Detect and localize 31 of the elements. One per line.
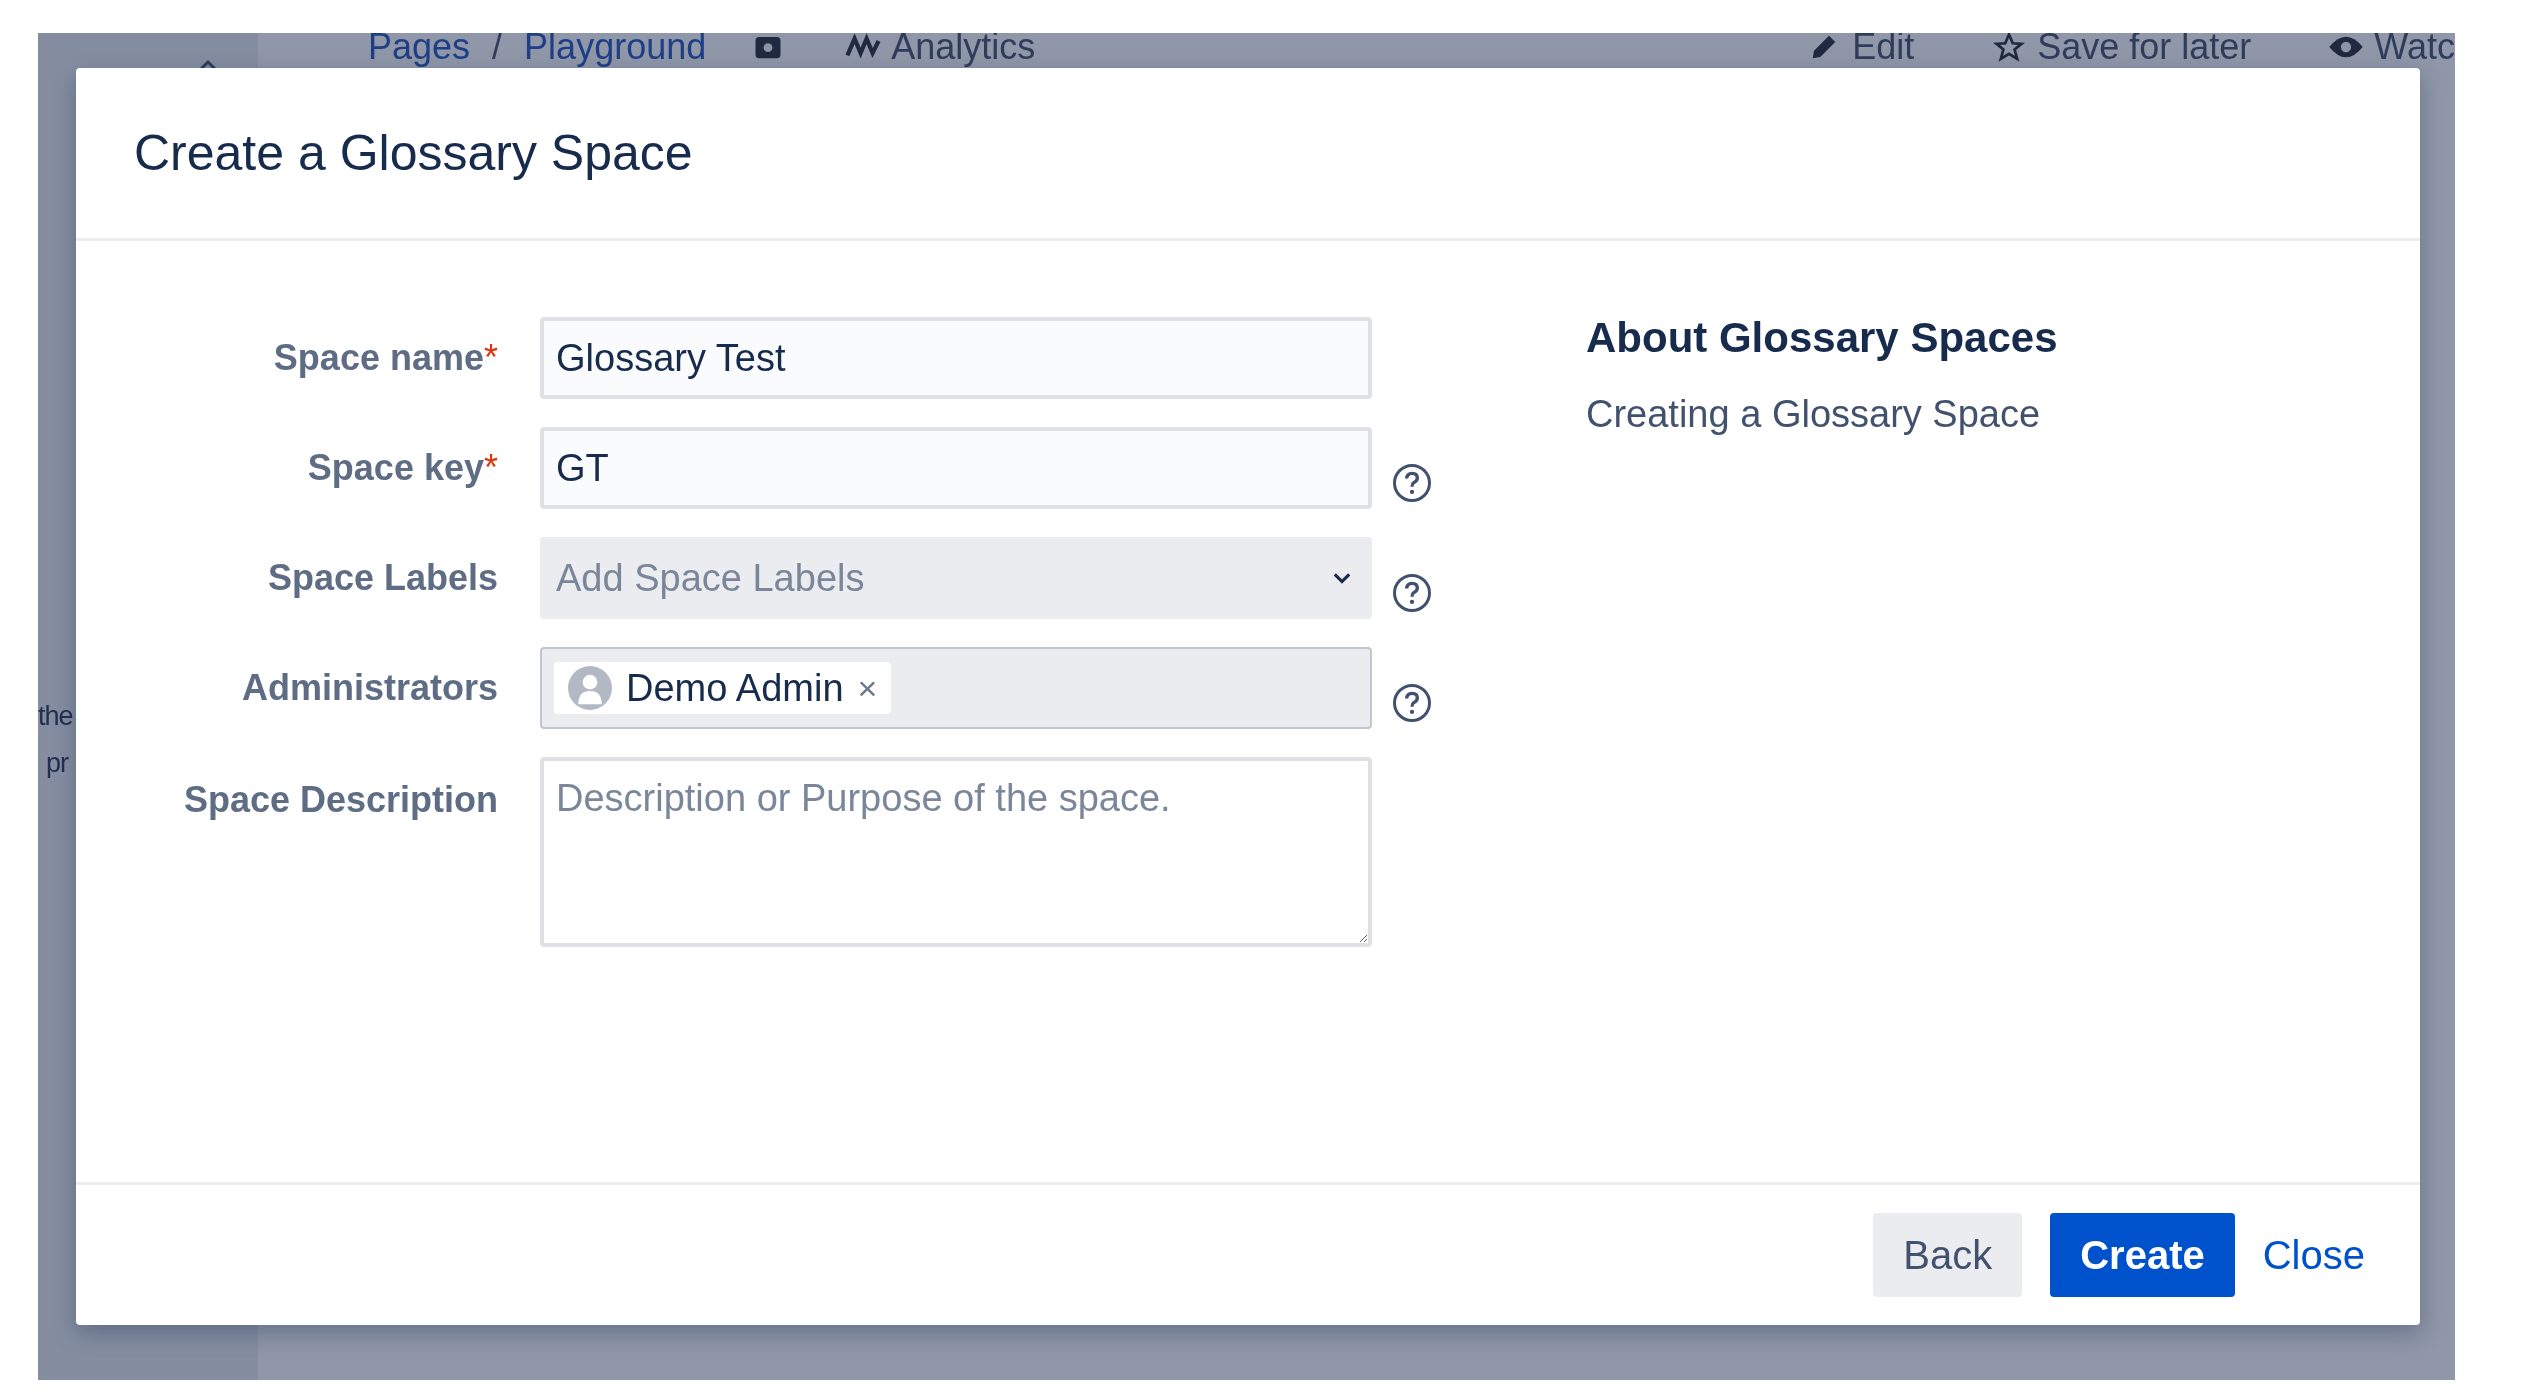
body-text: pr [46,750,68,777]
about-heading: About Glossary Spaces [1586,317,2058,359]
avatar-icon [568,666,612,710]
body-text: the [38,703,73,730]
breadcrumb-separator: / [492,33,503,65]
breadcrumb-link[interactable]: Playground [524,33,707,65]
edit-button[interactable]: Edit [1806,33,1915,65]
help-icon[interactable] [1392,573,1432,613]
close-button[interactable]: Close [2262,1213,2365,1297]
watch-button[interactable]: Watc [2328,33,2455,65]
field-label: Space Description [182,778,499,821]
user-chip[interactable]: Demo Admin × [554,662,892,714]
analytics-link[interactable]: Analytics [845,33,1036,65]
back-button[interactable]: Back [1873,1213,2023,1297]
field-label: Space name* [272,337,499,379]
text-field[interactable]: Glossary Test [540,317,1372,399]
help-link[interactable]: Creating a Glossary Space [1586,393,2041,436]
create-button[interactable]: Create [2050,1213,2235,1297]
breadcrumb-link[interactable]: Pages [368,33,471,65]
field-label: Administrators [240,667,499,709]
chevron-down-icon [1332,572,1352,584]
dialog-title: Create a Glossary Space [134,124,693,182]
save-for-later-button[interactable]: Save for later [1991,33,2252,65]
user-picker-field[interactable]: Demo Admin × [540,647,1372,729]
help-icon[interactable] [1392,683,1432,723]
field-label: Space Labels [266,557,499,599]
field-label: Space key* [306,447,499,489]
caret-icon[interactable] [198,59,218,71]
help-icon[interactable] [1392,463,1432,503]
text-field[interactable]: GT [540,427,1372,509]
description-field[interactable]: Description or Purpose of the space. [540,757,1372,947]
